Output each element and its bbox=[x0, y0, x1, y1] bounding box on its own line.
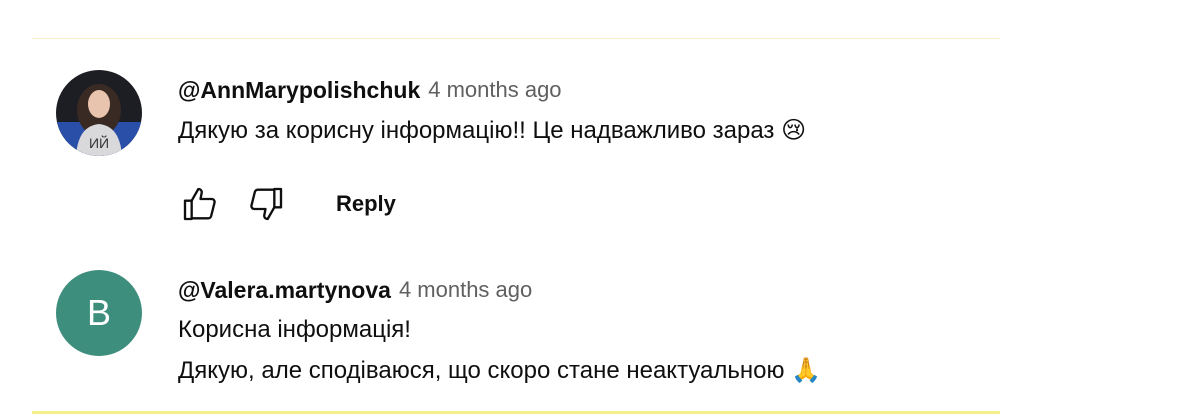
author-name[interactable]: @Valera.martynova bbox=[178, 277, 391, 304]
avatar[interactable]: ИЙ bbox=[56, 70, 142, 156]
divider-bottom bbox=[32, 411, 1000, 414]
comment-timestamp[interactable]: 4 months ago bbox=[428, 77, 561, 103]
comment-text-line: Дякую, але сподіваюся, що скоро стане не… bbox=[178, 357, 785, 384]
comment-timestamp[interactable]: 4 months ago bbox=[399, 277, 532, 303]
comment-text-line-wrapper: Дякую, але сподіваюся, що скоро стане не… bbox=[178, 350, 998, 391]
divider-top bbox=[32, 38, 1000, 39]
folded-hands-emoji: 🙏 bbox=[791, 356, 822, 384]
thumbs-down-icon bbox=[250, 187, 283, 221]
avatar-letter: B bbox=[86, 292, 111, 333]
comment-text: Дякую за корисну інформацію!! Це надважл… bbox=[178, 110, 998, 151]
comment-header: @AnnMarypolishchuk 4 months ago bbox=[178, 70, 998, 110]
like-button[interactable] bbox=[178, 182, 222, 226]
comment-header: @Valera.martynova 4 months ago bbox=[178, 270, 998, 310]
thumbs-up-icon bbox=[183, 187, 216, 221]
author-name[interactable]: @AnnMarypolishchuk bbox=[178, 77, 420, 104]
comment-actions: Reply bbox=[178, 182, 396, 226]
dislike-button[interactable] bbox=[244, 182, 288, 226]
svg-text:ИЙ: ИЙ bbox=[89, 134, 109, 151]
crying-face-emoji: 😢 bbox=[781, 116, 807, 144]
reply-button[interactable]: Reply bbox=[336, 191, 396, 217]
comment-text: Корисна інформація! Дякую, але сподіваюс… bbox=[178, 310, 998, 391]
comment-text-body: Дякую за корисну інформацію!! Це надважл… bbox=[178, 117, 775, 144]
avatar[interactable]: B bbox=[56, 270, 142, 356]
comment-text-line: Корисна інформація! bbox=[178, 316, 411, 343]
